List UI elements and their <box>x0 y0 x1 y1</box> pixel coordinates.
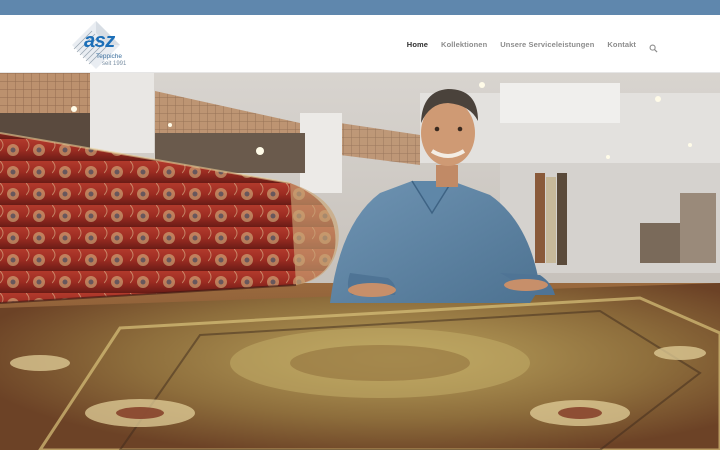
nav-kontakt[interactable]: Kontakt <box>607 40 636 49</box>
logo-subtitle: Teppiche <box>96 53 123 60</box>
top-accent-bar <box>0 0 720 15</box>
nav-kollektionen[interactable]: Kollektionen <box>441 40 487 49</box>
logo-since: seit 1991 <box>102 61 127 67</box>
site-header: asz Teppiche seit 1991 Home Kollektionen… <box>0 15 720 73</box>
hero-image <box>0 73 720 450</box>
main-nav: Home Kollektionen Unsere Serviceleistung… <box>394 15 658 73</box>
search-icon[interactable] <box>649 40 658 53</box>
logo-wordmark: asz <box>84 30 115 52</box>
site-logo[interactable]: asz Teppiche seit 1991 <box>66 19 132 71</box>
nav-home[interactable]: Home <box>407 40 428 49</box>
nav-serviceleistungen[interactable]: Unsere Serviceleistungen <box>500 40 594 49</box>
showroom-photo <box>0 73 720 450</box>
